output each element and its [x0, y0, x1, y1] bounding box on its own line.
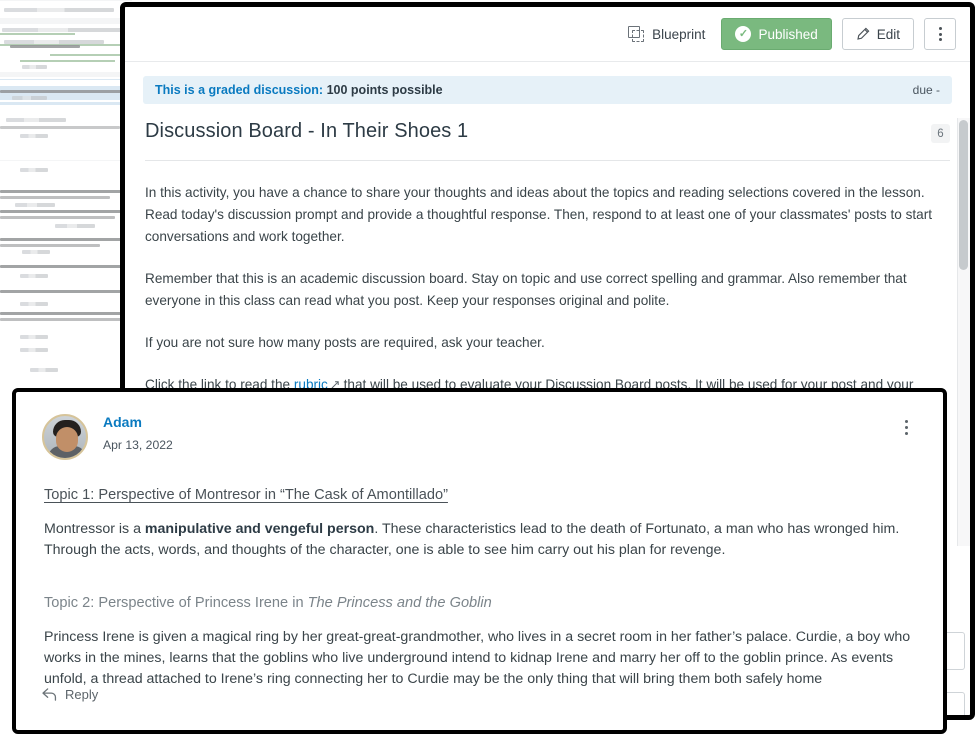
page-toolbar: Blueprint ✓ Published Edit	[125, 7, 970, 62]
topic-2-heading-text: Topic 2: Perspective of Princess Irene i…	[44, 595, 308, 612]
discussion-reply-overlay: Adam Apr 13, 2022 Topic 1: Perspective o…	[12, 388, 947, 734]
post-more-options-icon[interactable]	[895, 414, 917, 440]
graded-banner-points: 100 points possible	[326, 83, 443, 97]
graded-banner-lead: This is a graded discussion:	[155, 83, 324, 97]
graded-discussion-banner: This is a graded discussion: 100 points …	[143, 76, 952, 104]
topic-1-heading: Topic 1: Perspective of Montresor in “Th…	[44, 487, 448, 503]
avatar[interactable]	[42, 414, 88, 460]
edit-label: Edit	[876, 26, 900, 42]
topic-1-body-part1: Montressor is a	[44, 521, 145, 537]
post-date: Apr 13, 2022	[103, 437, 173, 452]
due-date-label: due -	[912, 83, 940, 97]
topic-2-body: Princess Irene is given a magical ring b…	[44, 629, 911, 688]
blueprint-icon	[628, 25, 645, 43]
external-link-icon	[331, 374, 340, 389]
topic-1-body: Montressor is a manipulative and vengefu…	[44, 519, 917, 561]
topic-2-heading-title: The Princess and the Goblin	[307, 595, 492, 612]
title-divider	[145, 160, 950, 161]
edit-button[interactable]: Edit	[841, 18, 914, 50]
more-options-icon[interactable]	[924, 18, 956, 50]
published-button[interactable]: ✓ Published	[721, 18, 832, 50]
topic-1-body-bold: manipulative and vengeful person	[144, 521, 375, 537]
page-title: Discussion Board - In Their Shoes 1	[145, 120, 469, 142]
vertical-scrollbar[interactable]	[957, 118, 970, 547]
post-author-link[interactable]: Adam	[103, 414, 173, 431]
published-label: Published	[758, 26, 818, 42]
post-container: Adam Apr 13, 2022 Topic 1: Perspective o…	[16, 392, 943, 730]
paragraph-posts-required: If you are not sure how many posts are r…	[145, 335, 545, 351]
pencil-icon	[857, 27, 870, 40]
scrollbar-thumb[interactable]	[959, 120, 968, 270]
reply-label: Reply	[65, 687, 99, 702]
screenshot-root: Blueprint ✓ Published Edit This is a gra…	[0, 0, 977, 743]
check-circle-icon: ✓	[735, 26, 752, 42]
post-author-block: Adam Apr 13, 2022	[103, 414, 173, 452]
reply-arrow-icon	[42, 688, 57, 701]
blueprint-indicator: Blueprint	[622, 22, 711, 47]
reply-button[interactable]: Reply	[42, 687, 98, 702]
paragraph-reminder: Remember that this is an academic discus…	[145, 271, 907, 309]
reply-count-badge: 6	[931, 124, 950, 143]
post-header: Adam Apr 13, 2022	[42, 414, 917, 460]
paragraph-intro: In this activity, you have a chance to s…	[145, 185, 933, 245]
blueprint-label: Blueprint	[652, 26, 706, 42]
title-row: Discussion Board - In Their Shoes 1 6	[143, 104, 952, 143]
topic-2-heading: Topic 2: Perspective of Princess Irene i…	[44, 595, 917, 611]
